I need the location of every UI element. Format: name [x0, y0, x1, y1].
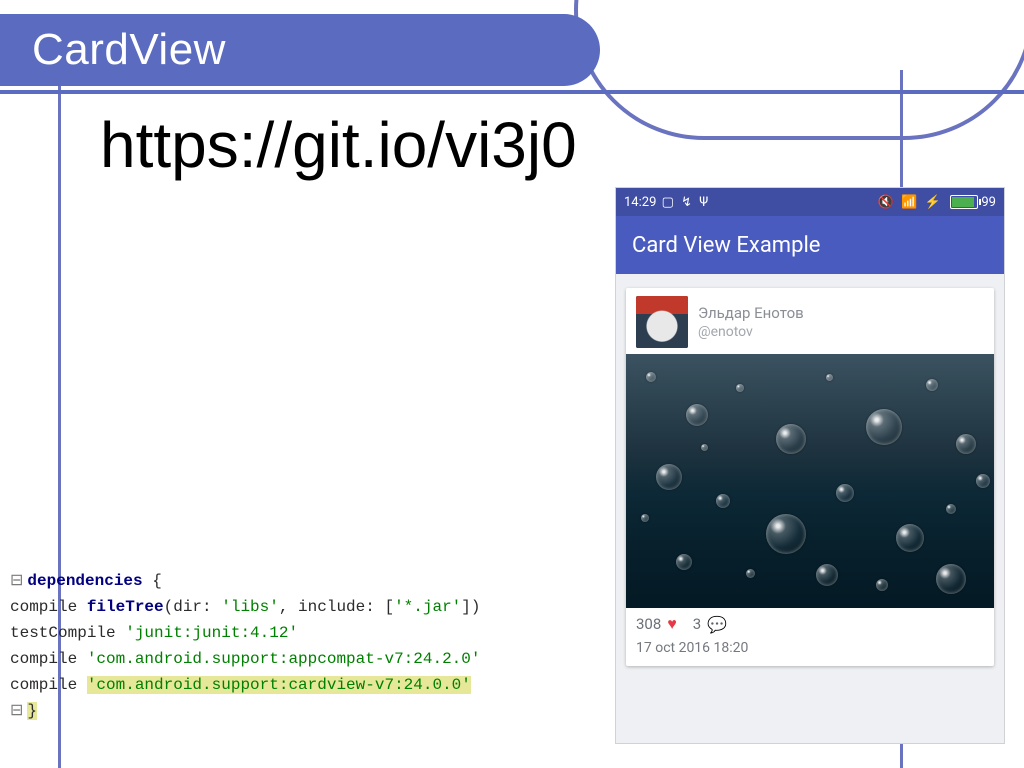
code-l2b: fileTree	[87, 598, 164, 616]
mute-icon: 🔇	[878, 195, 894, 210]
cardview-example[interactable]: Эльдар Енотов @enotov	[626, 288, 994, 666]
user-handle[interactable]: @enotov	[698, 324, 804, 340]
slide-title-pill: CardView	[0, 14, 600, 86]
code-l4a: compile	[10, 650, 87, 668]
slide-title: CardView	[32, 25, 226, 75]
code-line-6: ⊟}	[10, 698, 600, 724]
bolt-icon: ⚡	[925, 195, 941, 210]
statusbar-left: 14:29 ▢ ↯ Ψ	[624, 195, 710, 210]
battery-percent: 99	[981, 195, 996, 210]
card-date: 17 oct 2016 18:20	[626, 638, 994, 666]
code-line-2: compile fileTree(dir: 'libs', include: […	[10, 594, 600, 620]
comment-icon[interactable]: 💬	[707, 615, 727, 634]
share-icon: ↯	[681, 195, 692, 210]
heart-icon[interactable]: ♥	[667, 614, 677, 634]
code-l2g: ])	[461, 598, 480, 616]
android-statusbar: 14:29 ▢ ↯ Ψ 🔇 📶 ⚡ 99	[616, 188, 1004, 216]
comments-count[interactable]: 3	[693, 615, 701, 633]
code-l2a: compile	[10, 598, 87, 616]
code-line-5: compile 'com.android.support:cardview-v7…	[10, 672, 600, 698]
user-block: Эльдар Енотов @enotov	[698, 304, 804, 340]
code-l5b-highlighted: 'com.android.support:cardview-v7:24.0.0'	[87, 676, 471, 694]
statusbar-time: 14:29	[624, 195, 656, 210]
code-line-3: testCompile 'junit:junit:4.12'	[10, 620, 600, 646]
android-appbar: Card View Example	[616, 216, 1004, 274]
gradle-code-block: ⊟dependencies { compile fileTree(dir: 'l…	[10, 568, 600, 724]
card-header: Эльдар Енотов @enotov	[626, 288, 994, 354]
code-l2e: , include: [	[279, 598, 394, 616]
usb-icon: Ψ	[699, 195, 708, 210]
code-line-1: ⊟dependencies {	[10, 568, 600, 594]
code-brace-open: {	[143, 572, 162, 590]
code-l4b: 'com.android.support:appcompat-v7:24.2.0…	[87, 650, 481, 668]
likes-count[interactable]: 308	[636, 615, 661, 633]
user-name[interactable]: Эльдар Енотов	[698, 304, 804, 322]
slide-url: https://git.io/vi3j0	[100, 108, 577, 182]
title-underline	[0, 90, 1024, 94]
code-l2f: '*.jar'	[394, 598, 461, 616]
code-brace-close: }	[27, 702, 37, 720]
phone-mockup: 14:29 ▢ ↯ Ψ 🔇 📶 ⚡ 99 Card View Example Э…	[616, 188, 1004, 743]
statusbar-right: 🔇 📶 ⚡ 99	[876, 195, 996, 210]
code-l2c: (dir:	[164, 598, 222, 616]
template-arc	[574, 0, 1024, 140]
card-footer: 308 ♥ 3 💬	[626, 608, 994, 638]
code-l3a: testCompile	[10, 624, 125, 642]
code-l5a: compile	[10, 676, 87, 694]
battery-icon	[950, 195, 978, 209]
kw-dependencies: dependencies	[27, 572, 142, 590]
image-icon: ▢	[662, 195, 674, 210]
signal-icon: 📶	[901, 195, 917, 210]
card-image-raindrops[interactable]	[626, 354, 994, 608]
appbar-title: Card View Example	[632, 233, 820, 258]
code-l2d: 'libs'	[221, 598, 279, 616]
code-l3b: 'junit:junit:4.12'	[125, 624, 298, 642]
code-line-4: compile 'com.android.support:appcompat-v…	[10, 646, 600, 672]
avatar[interactable]	[636, 296, 688, 348]
